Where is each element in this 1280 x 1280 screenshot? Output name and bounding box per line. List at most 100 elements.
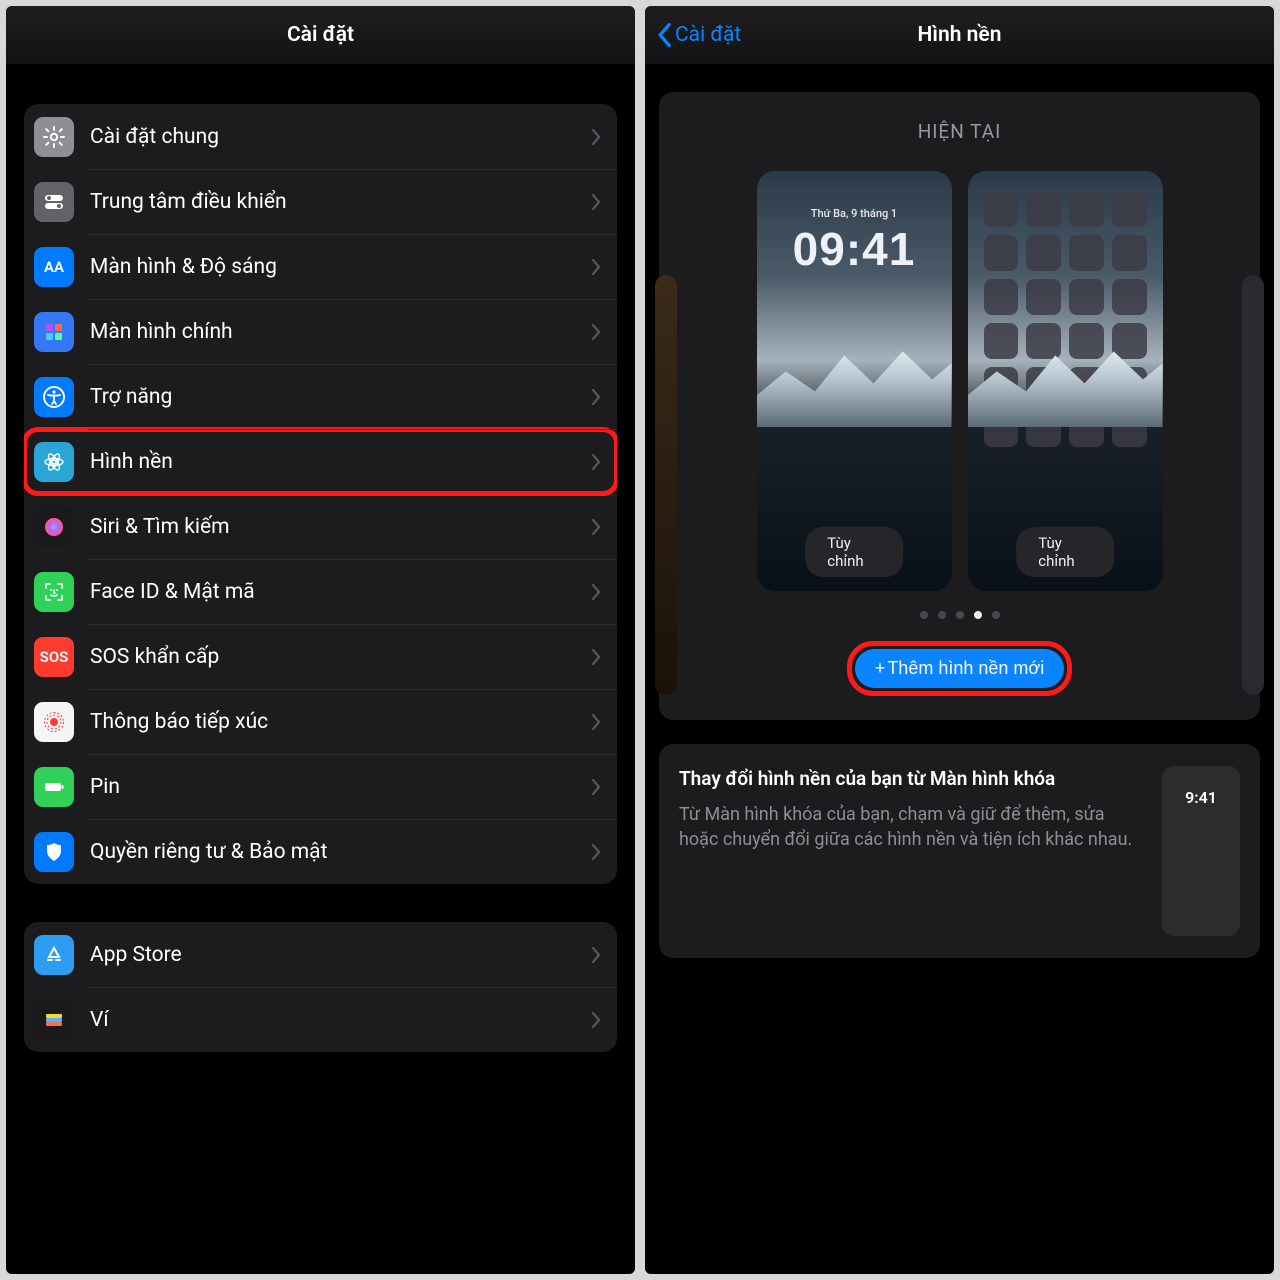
row-label: Quyền riêng tư & Bảo mật (90, 840, 591, 864)
faceid-icon (34, 572, 74, 612)
app-placeholder (1026, 323, 1061, 359)
home-app-grid (984, 191, 1147, 511)
row-label: Trung tâm điều khiển (90, 190, 591, 214)
info-title: Thay đổi hình nền của bạn từ Màn hình kh… (679, 766, 1142, 792)
chevron-right-icon (591, 323, 601, 341)
settings-row-appstore[interactable]: App Store (24, 922, 617, 987)
sos-icon: SOS (34, 637, 74, 677)
page-dot[interactable] (938, 611, 946, 619)
app-placeholder (1026, 191, 1061, 227)
settings-row-wallpaper[interactable]: Hình nền (24, 429, 617, 494)
current-wallpaper-card: HIỆN TẠI Thứ Ba, 9 tháng 1 09:41 Tùy chỉ… (659, 92, 1260, 720)
app-placeholder (984, 235, 1019, 271)
lock-time: 09:41 (757, 222, 952, 276)
chevron-right-icon (591, 518, 601, 536)
row-label: Face ID & Mật mã (90, 580, 591, 604)
chevron-right-icon (591, 648, 601, 666)
home-screen-preview[interactable]: Tùy chỉnh (968, 171, 1163, 591)
page-dot[interactable] (992, 611, 1000, 619)
info-desc: Từ Màn hình khóa của bạn, chạm và giữ để… (679, 802, 1142, 852)
row-label: Màn hình & Độ sáng (90, 255, 591, 279)
app-placeholder (984, 279, 1019, 315)
chevron-right-icon (591, 713, 601, 731)
customize-home-button[interactable]: Tùy chỉnh (1016, 527, 1114, 577)
back-button[interactable]: Cài đặt (655, 22, 741, 48)
wallpaper-icon (34, 442, 74, 482)
page-dot[interactable] (974, 611, 982, 619)
settings-row-text-size[interactable]: AA Màn hình & Độ sáng (24, 234, 617, 299)
app-placeholder (1026, 411, 1061, 447)
add-wallpaper-label: Thêm hình nền mới (887, 658, 1044, 679)
row-label: Thông báo tiếp xúc (90, 710, 591, 734)
chevron-right-icon (591, 843, 601, 861)
row-label: App Store (90, 943, 591, 967)
chevron-right-icon (591, 583, 601, 601)
row-label: Ví (90, 1008, 591, 1032)
icon-text: SOS (40, 648, 69, 666)
exposure-icon (34, 702, 74, 742)
toggles-icon (34, 182, 74, 222)
back-label: Cài đặt (675, 23, 741, 47)
page-dot[interactable] (956, 611, 964, 619)
app-placeholder (1112, 235, 1147, 271)
settings-row-privacy[interactable]: Quyền riêng tư & Bảo mật (24, 819, 617, 884)
chevron-left-icon (655, 22, 673, 48)
info-thumbnail: 9:41 (1162, 766, 1240, 936)
app-placeholder (1112, 367, 1147, 403)
chevron-right-icon (591, 946, 601, 964)
row-label: Cài đặt chung (90, 125, 591, 149)
lock-screen-preview[interactable]: Thứ Ba, 9 tháng 1 09:41 Tùy chỉnh (757, 171, 952, 591)
wallpaper-screen: Cài đặt Hình nền HIỆN TẠI Thứ Ba, 9 thán… (645, 6, 1274, 1274)
siri-icon (34, 507, 74, 547)
wallpaper-peek-next[interactable] (1242, 275, 1264, 695)
chevron-right-icon (591, 258, 601, 276)
row-label: Pin (90, 775, 591, 799)
settings-row-siri[interactable]: Siri & Tìm kiếm (24, 494, 617, 559)
gear-icon (34, 117, 74, 157)
settings-row-toggles[interactable]: Trung tâm điều khiển (24, 169, 617, 234)
settings-group: App Store Ví (24, 922, 617, 1052)
row-label: Trợ năng (90, 385, 591, 409)
settings-row-accessibility[interactable]: Trợ năng (24, 364, 617, 429)
info-card: Thay đổi hình nền của bạn từ Màn hình kh… (659, 744, 1260, 958)
plus-icon: + (875, 658, 886, 679)
battery-icon (34, 767, 74, 807)
nav-bar: Cài đặt Hình nền (645, 6, 1274, 64)
app-placeholder (1069, 367, 1104, 403)
section-title: HIỆN TẠI (675, 120, 1244, 143)
row-label: Hình nền (90, 450, 591, 474)
app-placeholder (1069, 411, 1104, 447)
app-placeholder (1026, 367, 1061, 403)
settings-row-home-screen[interactable]: Màn hình chính (24, 299, 617, 364)
page-dots[interactable] (675, 611, 1244, 619)
app-placeholder (1112, 191, 1147, 227)
privacy-icon (34, 832, 74, 872)
settings-group: Cài đặt chung Trung tâm điều khiển AA Màn h… (24, 104, 617, 884)
app-placeholder (1026, 279, 1061, 315)
settings-row-exposure[interactable]: Thông báo tiếp xúc (24, 689, 617, 754)
app-placeholder (1112, 323, 1147, 359)
settings-row-wallet[interactable]: Ví (24, 987, 617, 1052)
nav-title: Hình nền (918, 23, 1002, 47)
app-placeholder (1069, 235, 1104, 271)
wallpaper-peek-prev[interactable] (655, 275, 677, 695)
settings-row-gear[interactable]: Cài đặt chung (24, 104, 617, 169)
customize-lock-button[interactable]: Tùy chỉnh (805, 527, 903, 577)
row-label: Siri & Tìm kiếm (90, 515, 591, 539)
app-placeholder (984, 191, 1019, 227)
app-placeholder (1026, 235, 1061, 271)
settings-row-faceid[interactable]: Face ID & Mật mã (24, 559, 617, 624)
app-placeholder (1069, 191, 1104, 227)
chevron-right-icon (591, 778, 601, 796)
add-wallpaper-button[interactable]: +Thêm hình nền mới (855, 649, 1064, 688)
settings-row-sos[interactable]: SOSSOS khẩn cấp (24, 624, 617, 689)
settings-row-battery[interactable]: Pin (24, 754, 617, 819)
chevron-right-icon (591, 128, 601, 146)
app-placeholder (1112, 411, 1147, 447)
chevron-right-icon (591, 388, 601, 406)
page-dot[interactable] (920, 611, 928, 619)
thumb-time: 9:41 (1185, 788, 1217, 807)
icon-text: AA (44, 258, 64, 276)
app-placeholder (984, 323, 1019, 359)
highlight-ring: +Thêm hình nền mới (847, 641, 1072, 696)
